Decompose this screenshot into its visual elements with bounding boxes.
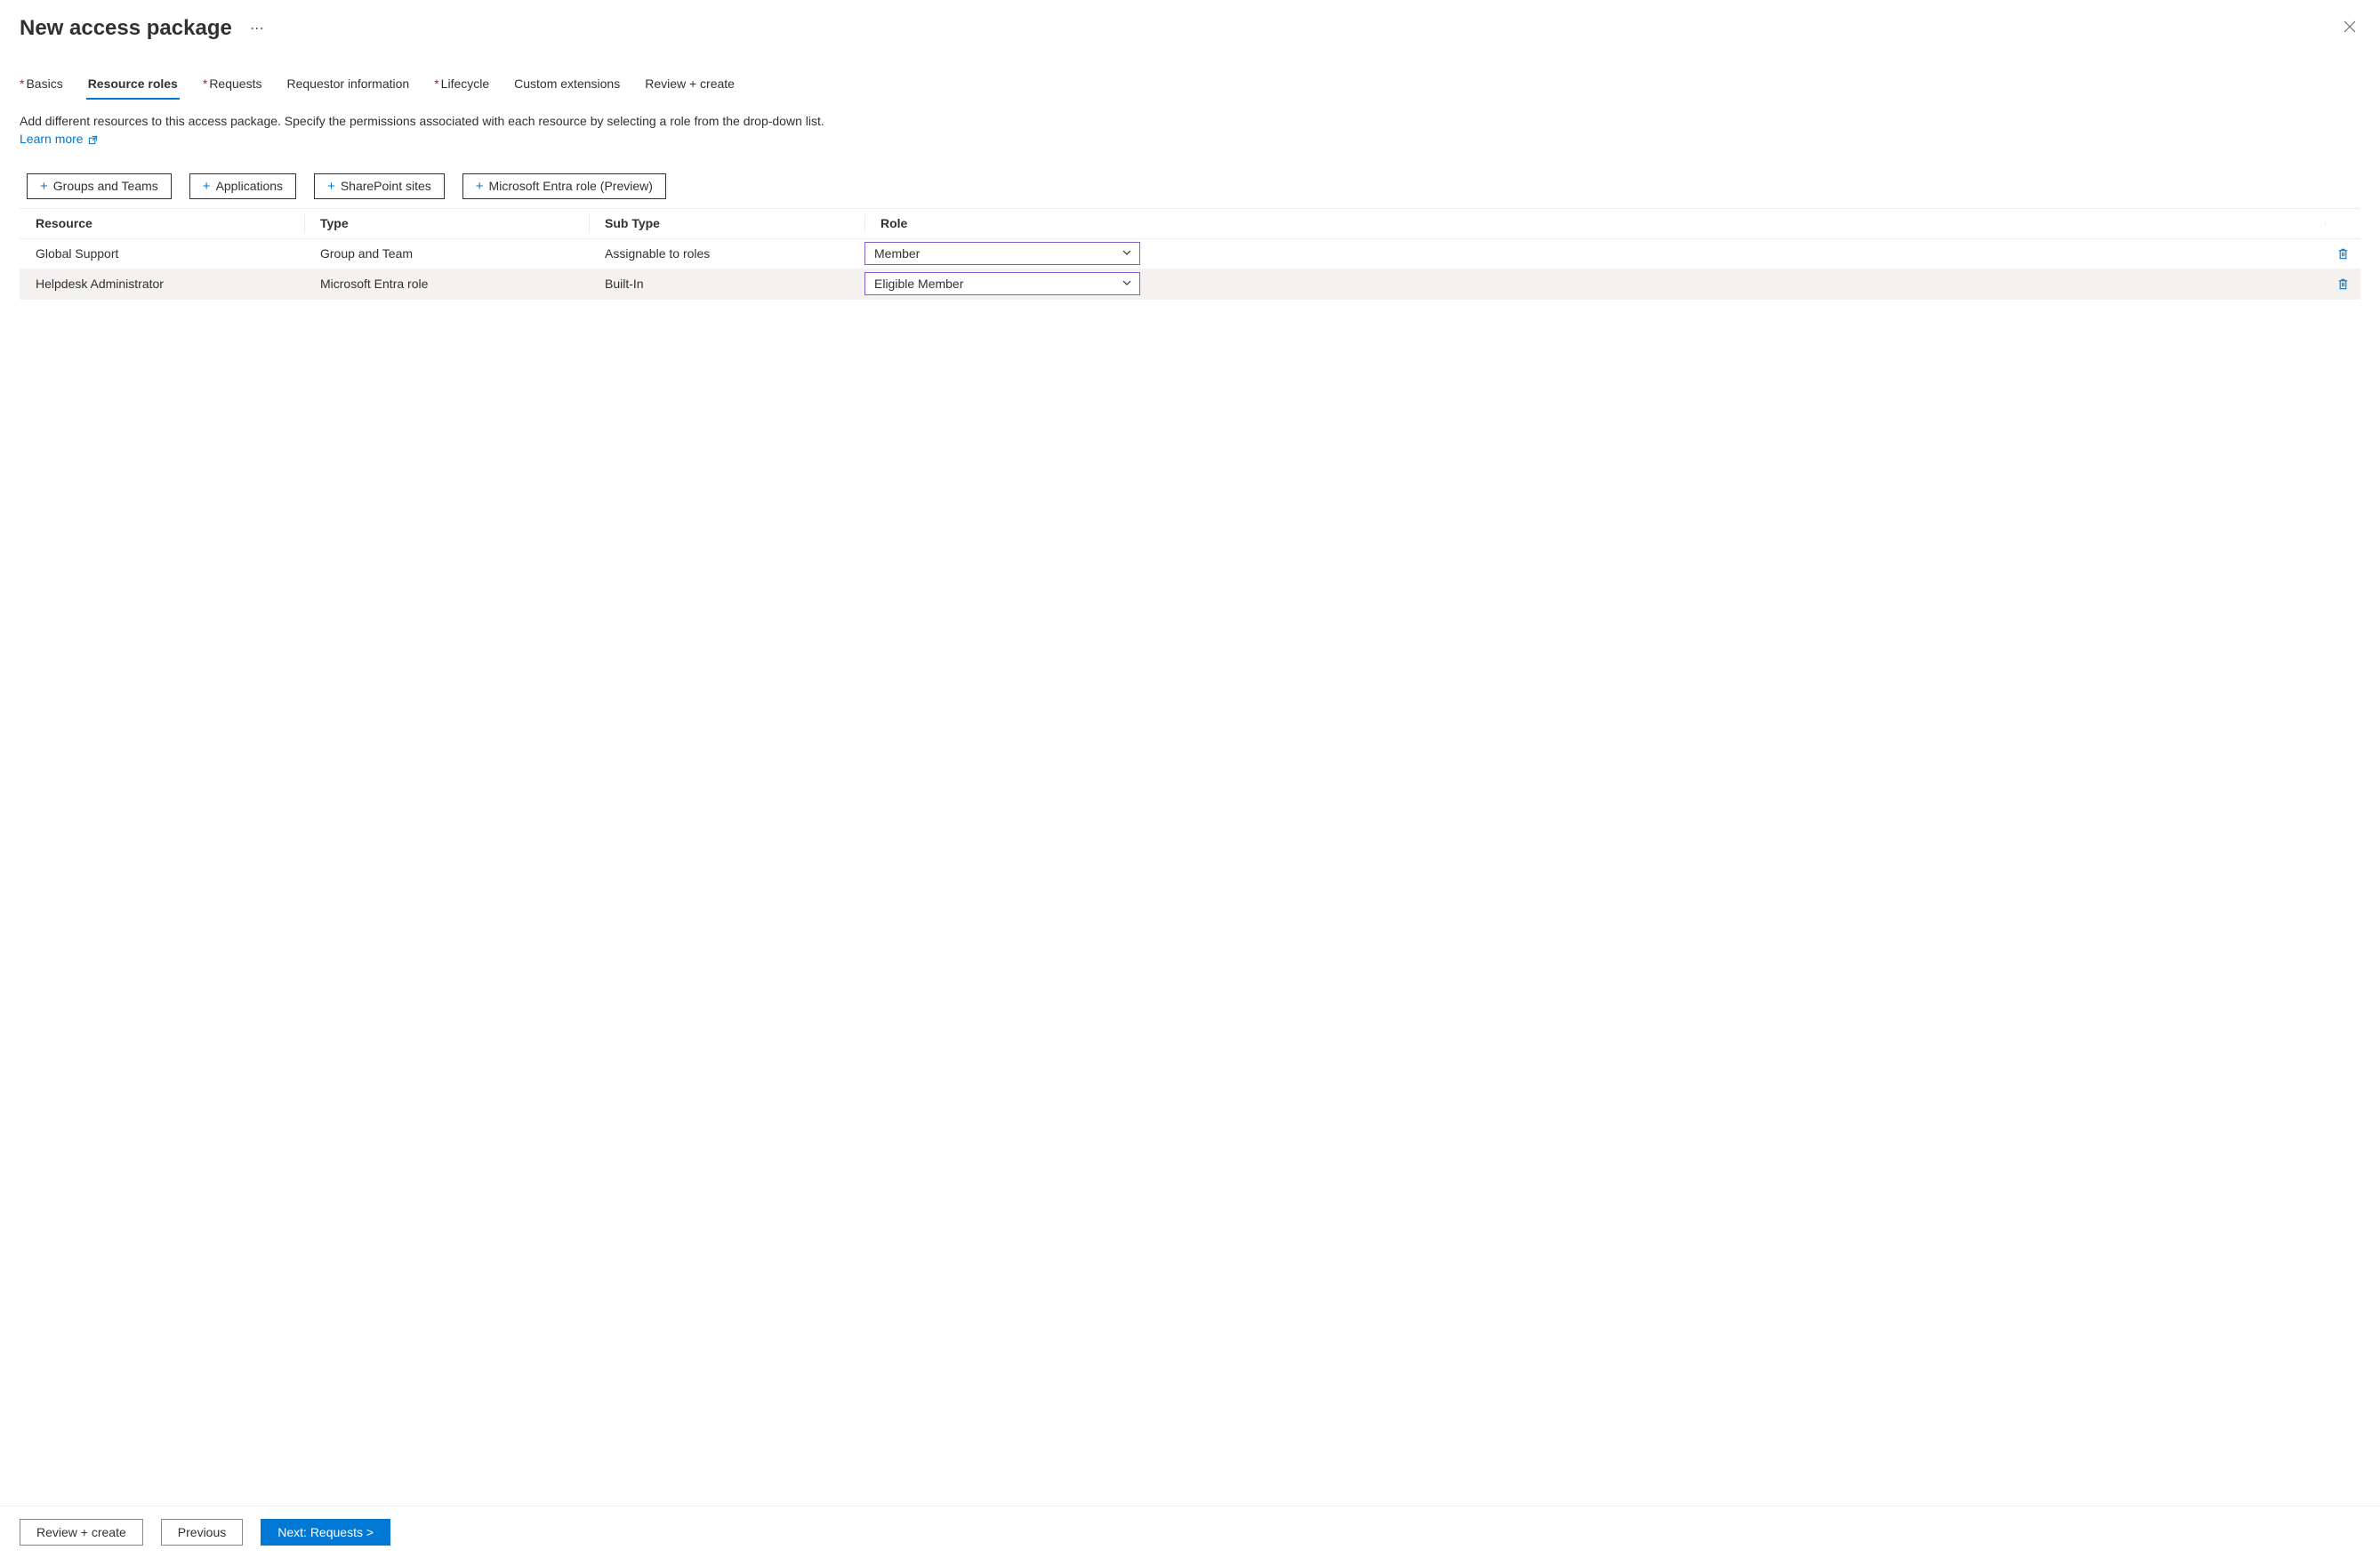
cell-type: Group and Team — [304, 241, 589, 266]
tab-label: Basics — [26, 76, 62, 91]
resources-table: Resource Type Sub Type Role Global Suppo… — [20, 208, 2360, 300]
add-entra-role-button[interactable]: + Microsoft Entra role (Preview) — [462, 173, 666, 199]
plus-icon: + — [476, 179, 484, 194]
next-button[interactable]: Next: Requests > — [261, 1519, 390, 1546]
page-title: New access package — [20, 16, 232, 41]
plus-icon: + — [40, 179, 48, 194]
col-actions — [2325, 216, 2360, 230]
tab-resource-roles[interactable]: Resource roles — [88, 76, 178, 100]
cell-resource: Global Support — [20, 241, 304, 266]
button-label: Groups and Teams — [53, 179, 158, 193]
learn-more-link[interactable]: Learn more — [20, 132, 98, 146]
tab-label: Review + create — [645, 76, 735, 91]
required-asterisk: * — [203, 76, 207, 91]
tab-label: Custom extensions — [514, 76, 620, 91]
cell-subtype: Built-In — [589, 271, 864, 296]
wizard-footer: Review + create Previous Next: Requests … — [0, 1506, 2380, 1558]
external-link-icon — [88, 135, 98, 145]
previous-button[interactable]: Previous — [161, 1519, 243, 1546]
tab-custom-extensions[interactable]: Custom extensions — [514, 76, 620, 100]
add-applications-button[interactable]: + Applications — [189, 173, 296, 199]
tab-description: Add different resources to this access p… — [0, 100, 845, 149]
delete-row-button[interactable] — [2325, 247, 2360, 261]
tab-review-create[interactable]: Review + create — [645, 76, 735, 100]
close-icon — [2343, 20, 2357, 34]
add-groups-teams-button[interactable]: + Groups and Teams — [27, 173, 172, 199]
review-create-button[interactable]: Review + create — [20, 1519, 143, 1546]
page-header: New access package ⋯ — [0, 0, 2380, 50]
tab-label: Resource roles — [88, 76, 178, 91]
cell-resource: Helpdesk Administrator — [20, 271, 304, 296]
role-dropdown[interactable]: Member — [864, 242, 1140, 265]
tab-label: Lifecycle — [441, 76, 489, 91]
tab-lifecycle[interactable]: *Lifecycle — [434, 76, 489, 100]
cell-role: Eligible Member — [864, 269, 2325, 298]
button-label: Applications — [216, 179, 284, 193]
button-label: SharePoint sites — [341, 179, 431, 193]
chevron-down-icon — [1122, 277, 1132, 291]
plus-icon: + — [203, 179, 211, 194]
trash-icon — [2336, 247, 2350, 261]
table-row: Global Support Group and Team Assignable… — [20, 239, 2360, 269]
trash-icon — [2336, 277, 2350, 291]
role-dropdown[interactable]: Eligible Member — [864, 272, 1140, 295]
delete-row-button[interactable] — [2325, 277, 2360, 291]
tab-label: Requestor information — [286, 76, 409, 91]
cell-subtype: Assignable to roles — [589, 241, 864, 266]
cell-role: Member — [864, 239, 2325, 268]
plus-icon: + — [327, 179, 335, 194]
tab-requestor-information[interactable]: Requestor information — [286, 76, 409, 100]
table-row: Helpdesk Administrator Microsoft Entra r… — [20, 269, 2360, 300]
close-button[interactable] — [2339, 16, 2360, 37]
required-asterisk: * — [20, 76, 24, 91]
role-value: Member — [874, 246, 920, 261]
tab-requests[interactable]: *Requests — [203, 76, 262, 100]
table-header-row: Resource Type Sub Type Role — [20, 209, 2360, 239]
button-label: Microsoft Entra role (Preview) — [489, 179, 653, 193]
more-actions-button[interactable]: ⋯ — [250, 20, 265, 37]
add-sharepoint-sites-button[interactable]: + SharePoint sites — [314, 173, 445, 199]
cell-type: Microsoft Entra role — [304, 271, 589, 296]
add-resource-row: + Groups and Teams + Applications + Shar… — [0, 149, 2380, 208]
col-type: Type — [304, 209, 589, 237]
col-subtype: Sub Type — [589, 209, 864, 237]
tab-basics[interactable]: *Basics — [20, 76, 63, 100]
role-value: Eligible Member — [874, 277, 963, 291]
required-asterisk: * — [434, 76, 438, 91]
col-resource: Resource — [20, 209, 304, 237]
description-text: Add different resources to this access p… — [20, 114, 824, 128]
col-role: Role — [864, 209, 2325, 237]
chevron-down-icon — [1122, 246, 1132, 261]
wizard-tabs: *Basics Resource roles *Requests Request… — [0, 50, 2380, 100]
learn-more-label: Learn more — [20, 132, 84, 146]
tab-label: Requests — [209, 76, 261, 91]
